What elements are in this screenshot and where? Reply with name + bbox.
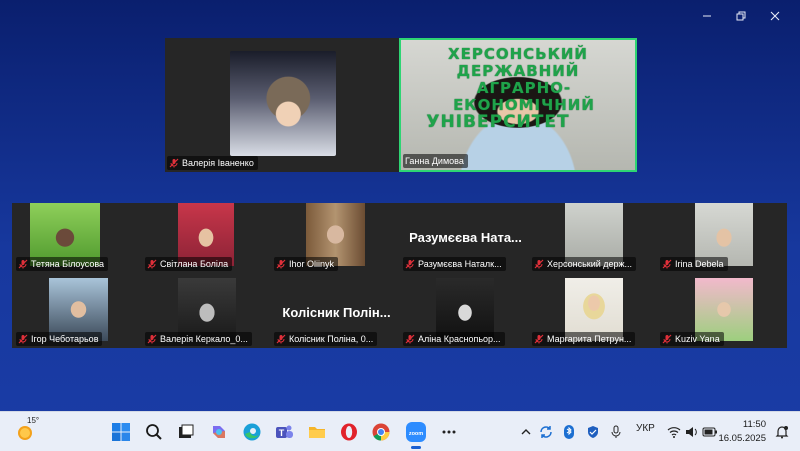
participant-name-tag: Колісник Поліна, 0... (274, 332, 378, 346)
svg-text:T: T (279, 428, 285, 438)
svg-text:zoom: zoom (409, 431, 423, 437)
video-off-name: Колісник Полін... (282, 305, 391, 320)
task-view-icon[interactable] (174, 420, 198, 444)
participant-tile[interactable]: Тетяна Білоусова (14, 203, 143, 273)
participant-tile[interactable]: Маргарита Петрун... (530, 278, 659, 348)
participant-name-tag: Irina Debela (660, 257, 728, 271)
microphone-icon[interactable] (604, 420, 628, 444)
clock-time: 11:50 (742, 419, 766, 430)
file-explorer-icon[interactable] (305, 420, 329, 444)
active-speaker-tile[interactable]: ХЕРСОНСЬКИЙ ДЕРЖАВНИЙ АГРАРНО-ЕКОНОМІЧНИ… (399, 38, 637, 172)
participant-tile[interactable]: Валерія Керкало_0... (143, 278, 272, 348)
participant-tile[interactable]: Kuziv Yana (658, 278, 787, 348)
participant-name-tag: Kuziv Yana (660, 332, 724, 346)
participant-name-tag: Тетяна Білоусова (16, 257, 109, 271)
mic-muted-icon (147, 259, 157, 269)
participant-name-tag: Валерія Іваненко (167, 156, 258, 170)
chrome-icon[interactable] (369, 420, 393, 444)
participant-tile[interactable]: Херсонський держ... (530, 203, 659, 273)
language-indicator[interactable]: УКР (636, 423, 655, 434)
top-participants: Валерія Іваненко ХЕРСОНСЬКИЙ ДЕРЖАВНИЙ А… (165, 38, 637, 172)
participant-name-tag: Ihor Oliinyk (274, 257, 339, 271)
mic-muted-icon (276, 259, 286, 269)
system-clock[interactable]: 11:50 16.05.2025 (718, 418, 766, 446)
clock-date: 16.05.2025 (718, 433, 766, 444)
bluetooth-icon[interactable] (557, 420, 581, 444)
mic-muted-icon (534, 259, 544, 269)
participant-name-tag: Разумєєва Наталк... (403, 257, 506, 271)
restore-icon[interactable] (724, 6, 758, 26)
close-icon[interactable] (758, 6, 792, 26)
mic-muted-icon (662, 334, 672, 344)
participant-name-tag: Ігор Чеботарьов (16, 332, 103, 346)
participant-name-tag: Херсонський держ... (532, 257, 637, 271)
security-shield-icon[interactable] (581, 420, 605, 444)
participant-name: Валерія Іваненко (182, 158, 254, 168)
sync-icon[interactable] (534, 420, 558, 444)
participant-name-tag: Валерія Керкало_0... (145, 332, 252, 346)
weather-temp: 15° (27, 416, 40, 425)
participant-tile[interactable]: Колісник Полін... Колісник Поліна, 0... (272, 278, 401, 348)
participant-video (230, 51, 336, 156)
weather-sun-icon (18, 426, 32, 440)
active-app-indicator (411, 446, 421, 449)
teams-icon[interactable]: T (272, 420, 296, 444)
search-icon[interactable] (142, 420, 166, 444)
participant-tile[interactable]: Ігор Чеботарьов (14, 278, 143, 348)
mic-muted-icon (169, 158, 179, 168)
video-off-name: Разумєєва Ната... (409, 230, 522, 245)
opera-icon[interactable] (337, 420, 361, 444)
participant-tile[interactable]: Irina Debela (658, 203, 787, 273)
participant-tile[interactable]: Світлана Боліла (143, 203, 272, 273)
mic-muted-icon (405, 334, 415, 344)
participant-tile[interactable]: Валерія Іваненко (165, 38, 399, 172)
more-icon[interactable] (437, 420, 461, 444)
participant-name-tag: Аліна Краснопьор... (403, 332, 505, 346)
edge-icon[interactable] (240, 420, 264, 444)
participant-name: Ганна Димова (405, 156, 464, 166)
window-controls (690, 6, 792, 26)
mic-muted-icon (534, 334, 544, 344)
taskbar: 15° T zoom УКР 11:50 16.05.2025 (0, 411, 800, 451)
participant-tile[interactable]: Аліна Краснопьор... (401, 278, 530, 348)
mic-muted-icon (276, 334, 286, 344)
mic-muted-icon (18, 259, 28, 269)
copilot-icon[interactable] (207, 420, 231, 444)
mic-muted-icon (405, 259, 415, 269)
participant-name-tag: Маргарита Петрун... (532, 332, 636, 346)
mic-muted-icon (18, 334, 28, 344)
participant-name-tag: Ганна Димова (403, 154, 468, 168)
participant-tile[interactable]: Ihor Oliinyk (272, 203, 401, 273)
weather-widget[interactable]: 15° (14, 416, 39, 444)
gallery-view: Тетяна Білоусова Світлана Боліла Ihor Ol… (12, 203, 787, 348)
notification-bell-icon[interactable] (770, 420, 794, 444)
participant-tile[interactable]: Разумєєва Ната... Разумєєва Наталк... (401, 203, 530, 273)
university-banner: ХЕРСОНСЬКИЙ ДЕРЖАВНИЙ АГРАРНО-ЕКОНОМІЧНИ… (426, 45, 595, 132)
minimize-icon[interactable] (690, 6, 724, 26)
zoom-icon[interactable]: zoom (404, 420, 428, 444)
mic-muted-icon (662, 259, 672, 269)
mic-muted-icon (147, 334, 157, 344)
participant-name-tag: Світлана Боліла (145, 257, 233, 271)
windows-start-icon[interactable] (109, 420, 133, 444)
